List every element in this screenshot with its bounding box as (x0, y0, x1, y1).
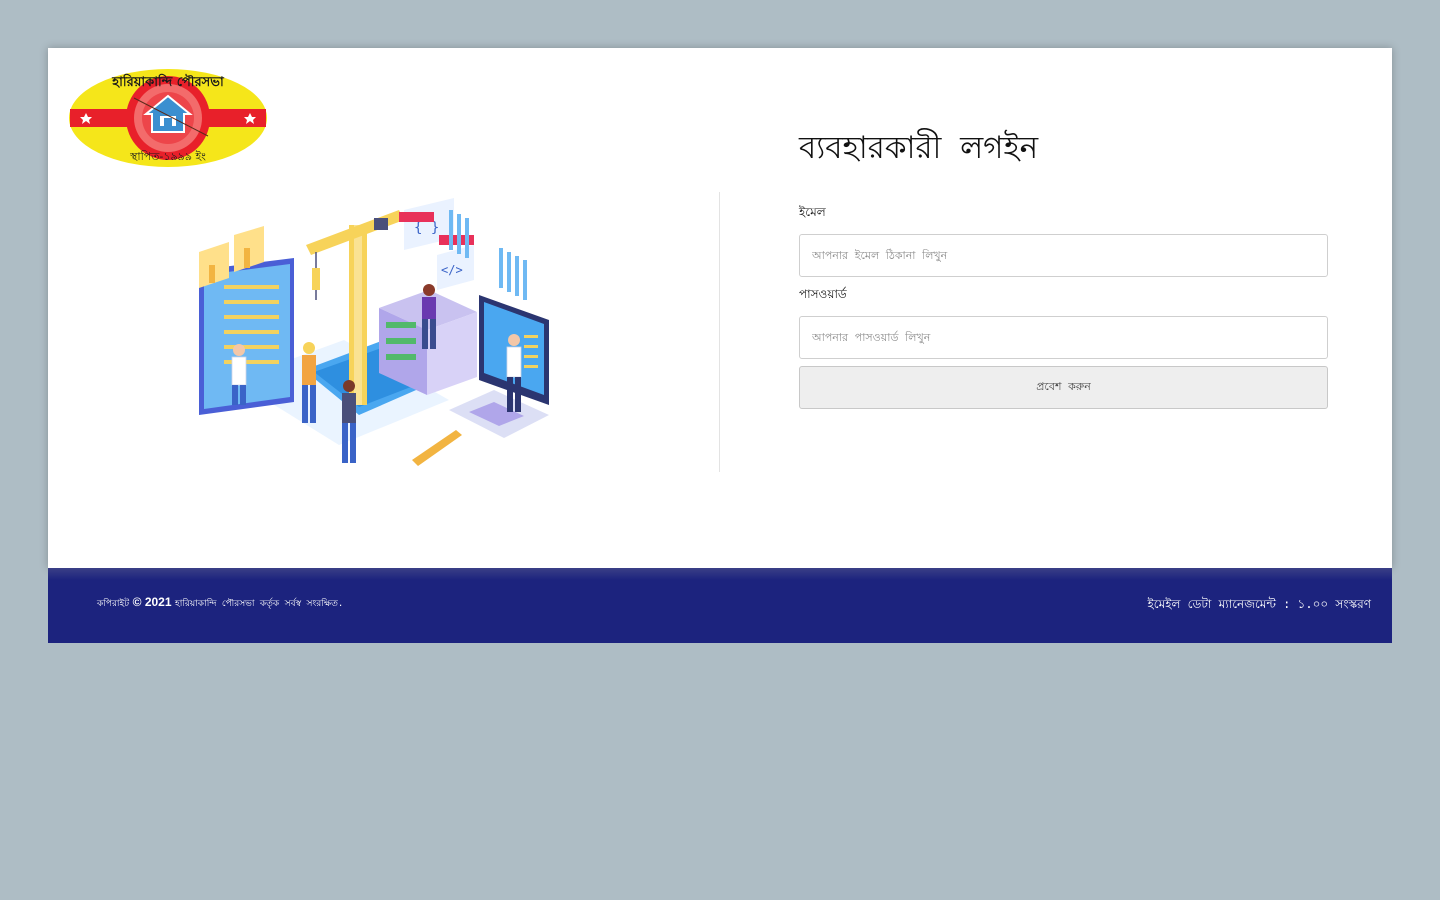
copyright-text: হারিয়াকান্দি পৌরসভা কর্তৃক সর্বস্ব সংরক… (175, 599, 344, 609)
svg-text:</>: </> (441, 263, 463, 277)
copyright-year: © 2021 (132, 595, 172, 609)
construction-illustration: { } </> (199, 198, 549, 466)
municipality-logo: হারিয়াকান্দি পৌরসভা স্থাপিত-১৯৯৯ ইং (69, 69, 267, 167)
password-label: পাসওয়ার্ড (799, 287, 847, 301)
svg-text:{ }: { } (414, 220, 439, 236)
login-button[interactable]: প্রবেশ করুন (799, 366, 1328, 409)
footer-copyright: কপিরাইট © 2021 হারিয়াকান্দি পৌরসভা কর্ত… (97, 595, 343, 611)
email-input[interactable] (799, 234, 1328, 277)
copyright-prefix: কপিরাইট (97, 599, 130, 609)
footer-version: ইমেইল ডেটা ম্যানেজমেন্ট : ১.০০ সংস্করণ (1147, 597, 1371, 611)
footer: কপিরাইট © 2021 হারিয়াকান্দি পৌরসভা কর্ত… (48, 568, 1392, 643)
email-label: ইমেল (799, 205, 826, 219)
login-title: ব্যবহারকারী লগইন (799, 130, 1039, 166)
password-input[interactable] (799, 316, 1328, 359)
vertical-divider (719, 192, 720, 472)
svg-text:হারিয়াকান্দি পৌরসভা: হারিয়াকান্দি পৌরসভা (111, 73, 225, 90)
svg-text:স্থাপিত-১৯৯৯ ইং: স্থাপিত-১৯৯৯ ইং (129, 150, 206, 163)
login-card: হারিয়াকান্দি পৌরসভা স্থাপিত-১৯৯৯ ইং {}… (48, 48, 1392, 568)
